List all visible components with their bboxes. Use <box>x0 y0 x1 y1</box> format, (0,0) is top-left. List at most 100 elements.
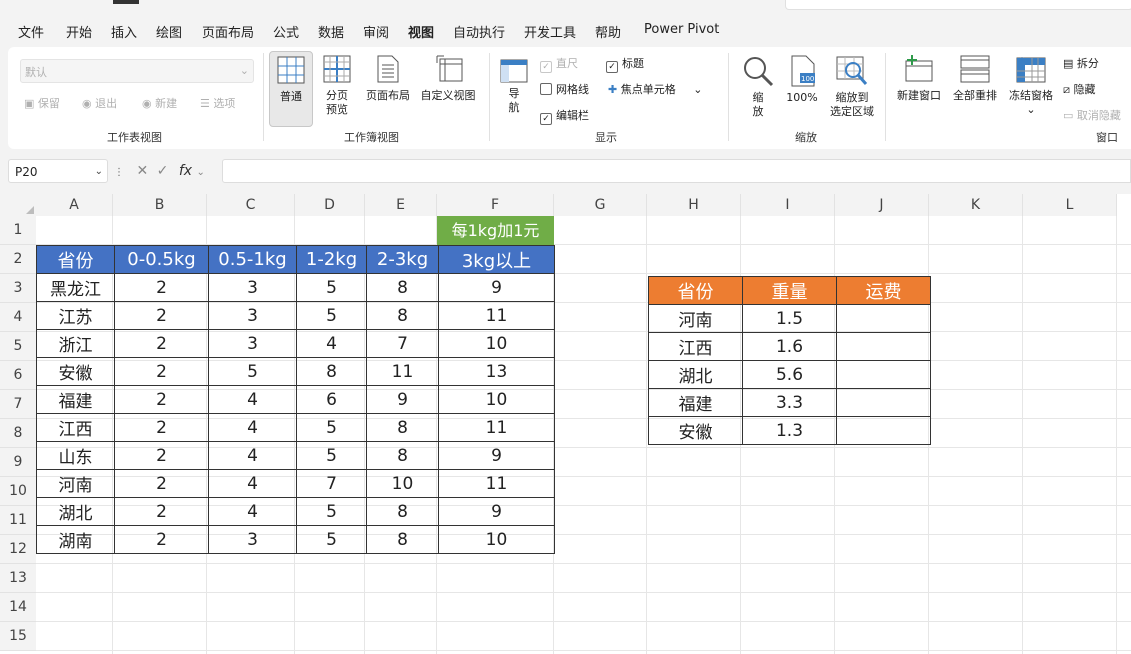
column-header[interactable]: K <box>929 194 1023 216</box>
column-header[interactable]: J <box>835 194 929 216</box>
rate-table-cell[interactable]: 2 <box>114 273 209 302</box>
rate-table-cell[interactable]: 2 <box>114 385 209 414</box>
query-table-cell[interactable]: 3.3 <box>742 388 837 417</box>
rate-table-cell[interactable]: 4 <box>208 469 297 498</box>
rate-table-header-cell[interactable]: 2-3kg <box>366 245 439 274</box>
rate-table-cell[interactable]: 4 <box>208 385 297 414</box>
query-table-cell[interactable]: 河南 <box>648 304 743 333</box>
menu-automate[interactable]: 自动执行 <box>453 22 505 41</box>
rate-table-cell[interactable]: 3 <box>208 525 297 554</box>
rate-table-cell[interactable]: 福建 <box>36 385 115 414</box>
column-header[interactable]: F <box>437 194 554 216</box>
zoom-button[interactable]: 缩 放 <box>738 51 778 125</box>
new-window-button[interactable]: 新建窗口 <box>892 51 946 125</box>
select-all-corner[interactable] <box>0 194 36 216</box>
query-table-cell[interactable]: 福建 <box>648 388 743 417</box>
row-header[interactable]: 14 <box>0 593 36 622</box>
rate-table-cell[interactable]: 湖北 <box>36 497 115 526</box>
query-table-cell[interactable]: 1.6 <box>742 332 837 361</box>
rate-table-cell[interactable]: 8 <box>366 273 439 302</box>
rate-table-cell[interactable]: 2 <box>114 525 209 554</box>
row-header[interactable]: 5 <box>0 332 36 361</box>
rate-table-cell[interactable]: 8 <box>366 497 439 526</box>
row-header[interactable]: 15 <box>0 622 36 651</box>
column-header[interactable]: A <box>36 194 113 216</box>
rate-table-cell[interactable]: 5 <box>296 273 367 302</box>
rate-table-cell[interactable]: 9 <box>366 385 439 414</box>
search-box[interactable] <box>785 0 1131 10</box>
unhide-button[interactable]: ▭ 取消隐藏 <box>1063 107 1131 123</box>
rate-table-cell[interactable]: 7 <box>296 469 367 498</box>
query-table-cell[interactable]: 1.3 <box>742 416 837 445</box>
rate-table-cell[interactable]: 2 <box>114 469 209 498</box>
column-header[interactable]: D <box>295 194 365 216</box>
rate-table-cell[interactable]: 10 <box>438 329 555 358</box>
query-table-cell[interactable] <box>836 416 931 445</box>
normal-view-button[interactable]: 普通 <box>269 51 313 127</box>
menu-data[interactable]: 数据 <box>318 22 344 41</box>
query-table-header-cell[interactable]: 省份 <box>648 276 743 305</box>
rate-table-cell[interactable]: 2 <box>114 301 209 330</box>
rate-table-cell[interactable]: 4 <box>296 329 367 358</box>
rate-table-cell[interactable]: 5 <box>296 441 367 470</box>
column-header[interactable]: E <box>365 194 437 216</box>
query-table-header-cell[interactable]: 重量 <box>742 276 837 305</box>
split-button[interactable]: ▤ 拆分 <box>1063 55 1099 71</box>
chevron-down-icon[interactable]: ⌄ <box>197 167 205 178</box>
row-header[interactable]: 9 <box>0 448 36 477</box>
rate-table-header-cell[interactable]: 1-2kg <box>296 245 367 274</box>
page-break-preview-button[interactable]: 分页 预览 <box>316 51 358 125</box>
chevron-down-icon[interactable]: ⌄ <box>693 83 702 96</box>
custom-views-button[interactable]: 自定义视图 <box>416 51 480 125</box>
rate-table-cell[interactable]: 8 <box>296 357 367 386</box>
row-header[interactable]: 4 <box>0 303 36 332</box>
menu-page-layout[interactable]: 页面布局 <box>202 22 254 41</box>
rate-table-cell[interactable]: 2 <box>114 497 209 526</box>
rate-table-cell[interactable]: 黑龙江 <box>36 273 115 302</box>
rate-table-cell[interactable]: 4 <box>208 441 297 470</box>
query-table-cell[interactable] <box>836 388 931 417</box>
rate-table-cell[interactable]: 5 <box>208 357 297 386</box>
menu-help[interactable]: 帮助 <box>595 22 621 41</box>
row-header[interactable]: 12 <box>0 535 36 564</box>
rate-table-cell[interactable]: 8 <box>366 301 439 330</box>
rate-table-cell[interactable]: 4 <box>208 497 297 526</box>
rate-table-header-cell[interactable]: 省份 <box>36 245 115 274</box>
column-header[interactable]: I <box>741 194 835 216</box>
rate-table-cell[interactable]: 5 <box>296 497 367 526</box>
menu-home[interactable]: 开始 <box>66 22 92 41</box>
rate-table-cell[interactable]: 7 <box>366 329 439 358</box>
column-header[interactable]: L <box>1023 194 1117 216</box>
rate-table-cell[interactable]: 8 <box>366 413 439 442</box>
confirm-icon[interactable]: ✓ <box>157 163 169 179</box>
rate-table-cell[interactable]: 湖南 <box>36 525 115 554</box>
rate-table-cell[interactable]: 10 <box>438 525 555 554</box>
sheet-view-dropdown[interactable]: 默认 ⌄ <box>20 59 254 83</box>
rate-table-cell[interactable]: 11 <box>438 469 555 498</box>
row-header[interactable]: 10 <box>0 477 36 506</box>
name-box[interactable]: P20 ⌄ <box>8 159 108 183</box>
ruler-checkbox[interactable]: ✓ 直尺 <box>540 55 578 73</box>
row-header[interactable]: 8 <box>0 419 36 448</box>
page-layout-view-button[interactable]: 页面布局 <box>360 51 416 125</box>
new-sheet-view-button[interactable]: ◉ 新建 <box>142 95 177 111</box>
column-header[interactable]: H <box>647 194 741 216</box>
rate-table-cell[interactable]: 2 <box>114 357 209 386</box>
query-table-cell[interactable]: 5.6 <box>742 360 837 389</box>
rate-table-cell[interactable]: 11 <box>438 413 555 442</box>
rate-table-cell[interactable]: 安徽 <box>36 357 115 386</box>
rate-table-header-cell[interactable]: 0.5-1kg <box>208 245 297 274</box>
keep-button[interactable]: ▣ 保留 <box>24 95 60 111</box>
rate-table-cell[interactable]: 浙江 <box>36 329 115 358</box>
cancel-icon[interactable]: ✕ <box>136 163 148 179</box>
note-cell[interactable]: 每1kg加1元 <box>437 216 554 245</box>
rate-table-header-cell[interactable]: 0-0.5kg <box>114 245 209 274</box>
rate-table-cell[interactable]: 5 <box>296 413 367 442</box>
navigation-button[interactable]: 导 航 <box>498 57 530 121</box>
rate-table-cell[interactable]: 9 <box>438 441 555 470</box>
menu-file[interactable]: 文件 <box>18 22 44 41</box>
rate-table-cell[interactable]: 江苏 <box>36 301 115 330</box>
rate-table-cell[interactable]: 9 <box>438 497 555 526</box>
menu-review[interactable]: 审阅 <box>363 22 389 41</box>
zoom-to-selection-button[interactable]: 缩放到 选定区域 <box>824 51 880 125</box>
